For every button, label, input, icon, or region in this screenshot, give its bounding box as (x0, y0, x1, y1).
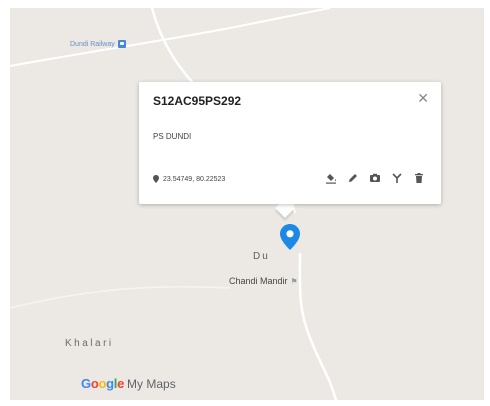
train-icon (117, 40, 126, 48)
info-window: S12AC95PS292 ✕ PS DUNDI 23.54749, 80.225… (139, 82, 441, 204)
close-icon[interactable]: ✕ (417, 90, 429, 107)
feature-toolbar (325, 172, 425, 184)
road (10, 285, 231, 309)
pencil-icon[interactable] (347, 172, 359, 184)
google-my-maps-logo: Google My Maps (81, 376, 176, 391)
my-maps-text: My Maps (127, 377, 176, 391)
road (298, 252, 338, 400)
place-label-dundi: Du (253, 251, 270, 262)
location-pin-icon (153, 175, 159, 183)
feature-description: PS DUNDI (153, 132, 192, 141)
map-pin-icon[interactable] (280, 224, 300, 250)
coordinates-text: 23.54749, 80.22523 (163, 175, 226, 183)
feature-title: S12AC95PS292 (153, 94, 242, 108)
feature-coordinates: 23.54749, 80.22523 (153, 175, 225, 183)
directions-icon[interactable] (391, 172, 403, 184)
place-label-chandi-mandir[interactable]: Chandi Mandir ⚑ (229, 276, 298, 286)
temple-icon: ⚑ (290, 276, 298, 286)
trash-icon[interactable] (413, 172, 425, 184)
road (10, 8, 331, 67)
google-wordmark: Google (81, 376, 125, 391)
paint-bucket-icon[interactable] (325, 172, 337, 184)
map-canvas[interactable]: Dundi Railway Du Chandi Mandir ⚑ Khalari… (10, 8, 484, 400)
railway-station-label[interactable]: Dundi Railway (70, 40, 126, 48)
camera-icon[interactable] (369, 172, 381, 184)
place-label-khalari: Khalari (65, 338, 114, 349)
